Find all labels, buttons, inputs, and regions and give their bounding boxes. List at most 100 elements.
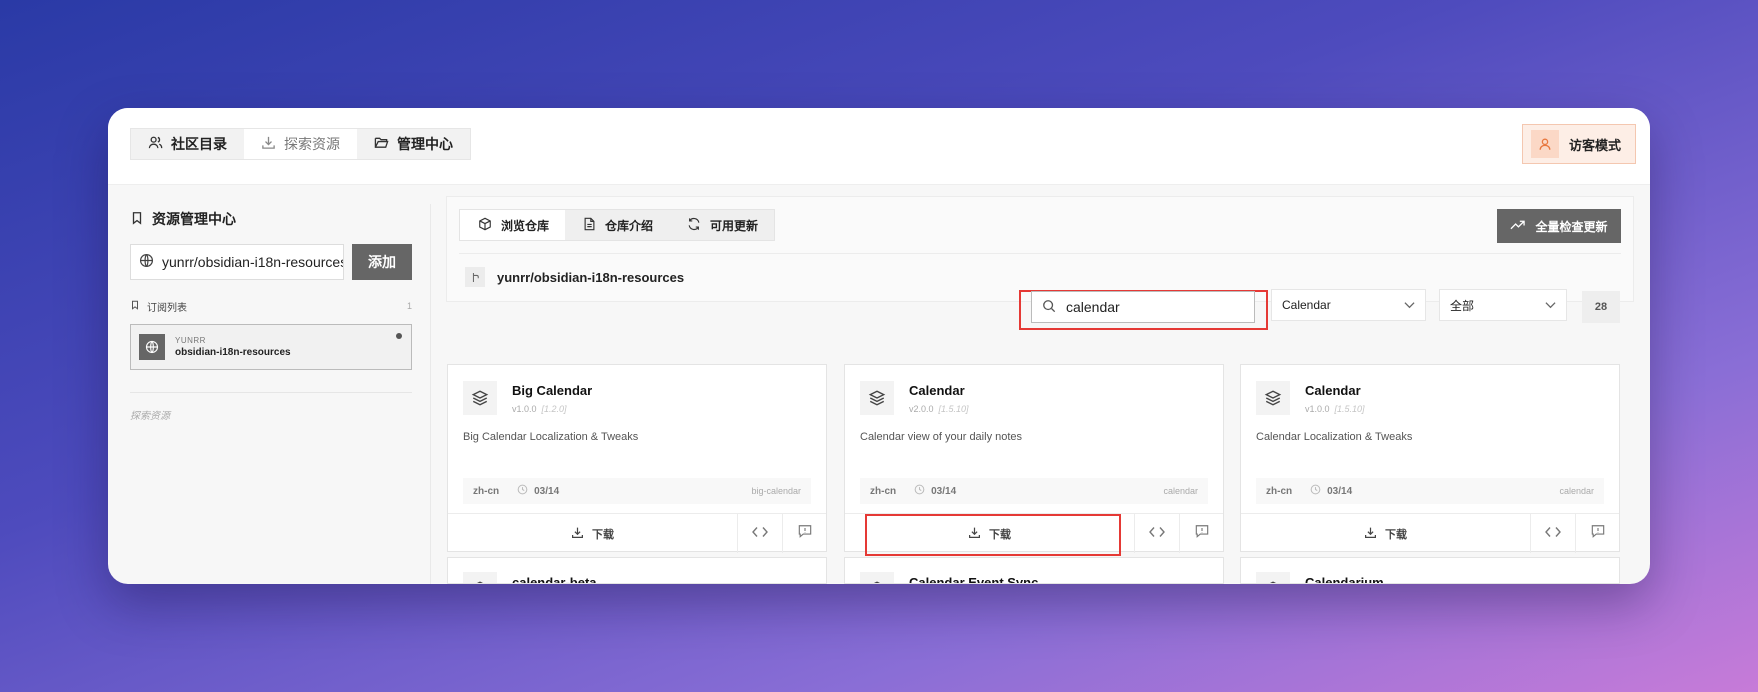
card-title: Calendarium	[1305, 575, 1384, 584]
subscription-owner: YUNRR	[175, 336, 206, 345]
message-alert-icon	[798, 524, 812, 543]
card-lang: zh-cn	[473, 485, 500, 497]
repo-url-input[interactable]: yunrr/obsidian-i18n-resources	[130, 244, 344, 280]
document-icon	[583, 217, 596, 234]
refresh-icon	[687, 217, 701, 234]
card-slug: calendar	[1163, 486, 1198, 496]
layers-icon	[860, 572, 894, 583]
layers-icon	[1256, 381, 1290, 415]
add-repo-row: yunrr/obsidian-i18n-resources 添加	[130, 244, 412, 280]
top-nav: 社区目录 探索资源 管理中心	[130, 128, 471, 160]
active-dot	[396, 333, 402, 339]
chevron-down-icon	[1545, 298, 1556, 312]
plugin-filter-select[interactable]: Calendar	[1271, 289, 1426, 321]
clock-icon	[1310, 484, 1321, 498]
visitor-mode-button[interactable]: 访客模式	[1521, 124, 1636, 164]
card-date: 03/14	[1310, 484, 1352, 498]
top-tab-community[interactable]: 社区目录	[131, 129, 244, 159]
card-date: 03/14	[914, 484, 956, 498]
feedback-button[interactable]	[1575, 514, 1619, 553]
header-divider	[459, 253, 1621, 254]
resource-card-partial: calendar-beta	[447, 557, 827, 584]
feedback-button[interactable]	[782, 514, 826, 553]
git-icon	[465, 267, 485, 287]
clock-icon	[517, 484, 528, 498]
card-lang: zh-cn	[870, 485, 897, 497]
bookmark-icon	[130, 211, 144, 228]
code-icon	[1149, 525, 1165, 543]
resource-card: Big Calendar v1.0.0 [1.2.0] Big Calendar …	[447, 364, 827, 553]
card-title: Calendar	[909, 383, 965, 398]
card-actions: 下载	[1241, 513, 1619, 553]
search-box[interactable]	[1031, 291, 1255, 323]
subscription-item[interactable]: YUNRR obsidian-i18n-resources	[130, 324, 412, 370]
top-tab-label: 探索资源	[284, 136, 340, 152]
view-source-button[interactable]	[1531, 514, 1575, 553]
subscriptions-count: 1	[406, 301, 412, 311]
card-title: Calendar	[1305, 383, 1361, 398]
layers-icon	[463, 572, 497, 583]
download-highlight-box	[865, 514, 1121, 556]
card-version: v1.0.0 [1.2.0]	[512, 404, 567, 414]
layers-icon	[1256, 572, 1290, 583]
folder-open-icon	[374, 135, 389, 153]
card-description: Calendar Localization & Tweaks	[1256, 431, 1413, 443]
check-all-updates-button[interactable]: 全量检查更新	[1497, 209, 1621, 243]
card-slug: big-calendar	[751, 486, 801, 496]
download-icon	[1364, 526, 1377, 542]
users-icon	[148, 135, 163, 153]
top-bar: 社区目录 探索资源 管理中心 访客模式	[108, 108, 1650, 185]
top-tab-explore[interactable]: 探索资源	[244, 129, 357, 159]
feedback-button[interactable]	[1179, 514, 1223, 553]
code-icon	[752, 525, 768, 543]
globe-icon	[139, 253, 154, 271]
top-tab-label: 管理中心	[397, 136, 453, 152]
download-icon	[261, 135, 276, 153]
card-meta: zh-cn 03/14 calendar	[860, 478, 1208, 504]
layers-icon	[860, 381, 894, 415]
tab-browse[interactable]: 浏览仓库	[460, 210, 566, 240]
card-actions: 下载	[448, 513, 826, 553]
card-version: v1.0.0 [1.5.10]	[1305, 404, 1365, 414]
result-count: 28	[1582, 291, 1620, 323]
subscription-repo: obsidian-i18n-resources	[175, 347, 291, 358]
bookmark-icon	[130, 300, 140, 313]
scope-filter-select[interactable]: 全部	[1439, 289, 1567, 321]
add-button[interactable]: 添加	[352, 244, 412, 280]
message-alert-icon	[1195, 524, 1209, 543]
card-slug: calendar	[1559, 486, 1594, 496]
globe-icon	[139, 334, 165, 360]
sidebar-title: 资源管理中心	[130, 208, 412, 230]
download-button[interactable]: 下载	[448, 514, 738, 553]
card-description: Big Calendar Localization & Tweaks	[463, 431, 639, 443]
card-title: Big Calendar	[512, 383, 593, 398]
box-icon	[478, 217, 492, 234]
user-icon	[1530, 130, 1559, 158]
tab-intro[interactable]: 仓库介绍	[565, 210, 669, 240]
view-source-button[interactable]	[1135, 514, 1179, 553]
search-input[interactable]	[1066, 299, 1226, 315]
clock-icon	[914, 484, 925, 498]
visitor-label: 访客模式	[1568, 137, 1621, 153]
card-date: 03/14	[517, 484, 559, 498]
resource-card-partial: Calendar Event Sync	[844, 557, 1224, 584]
download-icon	[571, 526, 584, 542]
code-icon	[1545, 525, 1561, 543]
card-lang: zh-cn	[1266, 485, 1293, 497]
sidebar: 资源管理中心 yunrr/obsidian-i18n-resources 添加 …	[130, 208, 412, 422]
sidebar-footer-label: 探索资源	[130, 411, 170, 422]
download-button[interactable]: 下载	[1241, 514, 1531, 553]
message-alert-icon	[1591, 524, 1605, 543]
trending-up-icon	[1510, 219, 1526, 234]
layers-icon	[463, 381, 497, 415]
resource-card: Calendar v1.0.0 [1.5.10] Calendar Localiz…	[1240, 364, 1620, 553]
sidebar-divider	[130, 392, 412, 393]
view-source-button[interactable]	[738, 514, 782, 553]
tab-updates[interactable]: 可用更新	[669, 210, 774, 240]
card-title: Calendar Event Sync	[909, 575, 1039, 584]
top-tab-manage[interactable]: 管理中心	[357, 129, 470, 159]
card-version: v2.0.0 [1.5.10]	[909, 404, 969, 414]
chevron-down-icon	[1404, 298, 1415, 312]
current-repo: yunrr/obsidian-i18n-resources	[465, 267, 684, 287]
sidebar-separator	[430, 204, 431, 584]
